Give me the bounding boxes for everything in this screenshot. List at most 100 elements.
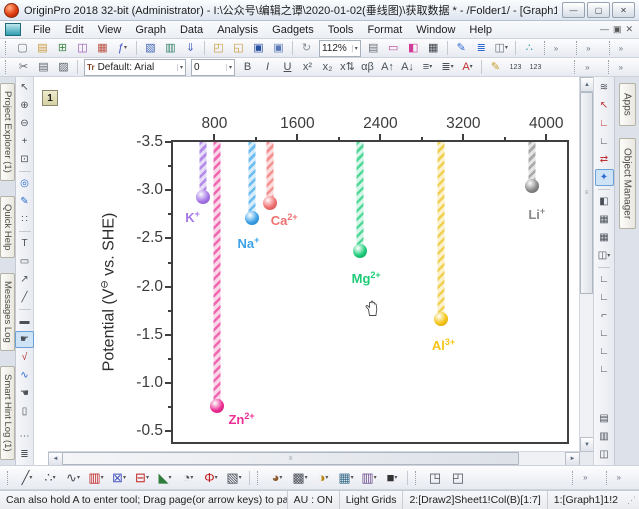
arrow-tool-button[interactable]: ↗ (15, 271, 34, 288)
polar-plot-button[interactable]: ◔▾ (177, 467, 199, 488)
3d-pie-plot-dropdown-icon[interactable]: ▾ (325, 475, 328, 481)
line-spacing-dropdown-icon[interactable]: ▾ (451, 64, 454, 70)
region-zoom-tool-button[interactable]: ⊡ (15, 151, 34, 168)
set-significant-digits-button[interactable]: 123 (526, 58, 545, 76)
plot-setup-button[interactable]: ▥ (595, 428, 614, 445)
open-excel-button[interactable]: ▥ (161, 39, 180, 57)
toolbar-grip[interactable] (5, 60, 10, 74)
polar-plot-dropdown-icon[interactable]: ▾ (190, 475, 193, 481)
menu-help[interactable]: Help (462, 23, 499, 37)
axis-style-5-button[interactable]: ∟ (595, 343, 614, 360)
3d-pie-plot-button[interactable]: ◑▾ (312, 467, 334, 488)
multi-panel-plot-button[interactable]: ⊠▾ (108, 467, 130, 488)
status-selection[interactable]: 2:[Draw2]Sheet1!Col(B)[1:7] (402, 491, 546, 509)
digitizer-button[interactable]: ✎ (452, 39, 471, 57)
toolbar-grip[interactable] (609, 41, 613, 55)
graph-canvas[interactable]: 1 Potential (V⊖ vs. SHE) 800160024003200… (34, 77, 593, 465)
screen-reader-tool-button[interactable]: ∷ (15, 211, 34, 228)
merge-layers-dropdown-icon[interactable]: ▾ (607, 253, 610, 259)
area-plot-button[interactable]: ◣▾ (154, 467, 176, 488)
paste-button[interactable]: ▨ (54, 58, 73, 76)
toolbar-overflow-icon[interactable]: » (554, 44, 558, 53)
data-point-Mg[interactable] (353, 244, 367, 258)
line-tool-button[interactable]: ╱ (15, 289, 34, 306)
rescale-tool-button[interactable]: ≋ (595, 79, 614, 96)
text-tool-button[interactable]: T (15, 235, 34, 252)
new-workbook-button[interactable]: ⊞ (53, 39, 72, 57)
import-wizard-button[interactable]: ⇓ (181, 39, 200, 57)
menu-data[interactable]: Data (173, 23, 210, 37)
zoom-out-tool-button[interactable]: ⊖ (15, 115, 34, 132)
data-reader-tool-button[interactable]: ◎ (15, 175, 34, 192)
scroll-down-icon[interactable]: ▼ (580, 437, 593, 452)
label-Ca[interactable]: Ca2+ (271, 212, 298, 228)
data-point-Al[interactable] (434, 312, 448, 326)
3d-frame-plot-button[interactable]: ▧▾ (223, 467, 245, 488)
column-plot-dropdown-icon[interactable]: ▾ (101, 475, 104, 481)
label-Al[interactable]: Al3+ (432, 337, 455, 353)
data-point-Ca[interactable] (263, 196, 277, 210)
drop-line-K[interactable] (199, 142, 206, 197)
scroll-right-icon[interactable]: ► (565, 452, 580, 465)
scatter-plot-dropdown-icon[interactable]: ▾ (53, 475, 56, 481)
axis-style-4-button[interactable]: ∟ (595, 325, 614, 342)
data-highlighter-tool-button[interactable]: ✎ (15, 193, 34, 210)
pointer-tool-button[interactable]: ↖ (15, 79, 34, 96)
add-layer-button[interactable]: ◧ (595, 193, 614, 210)
menu-gadgets[interactable]: Gadgets (265, 23, 321, 37)
status-autoupdate[interactable]: AU : ON (287, 491, 339, 509)
toolbar-overflow-icon[interactable]: » (619, 44, 623, 53)
mask-tool-button[interactable]: √ (15, 349, 34, 366)
data-point-Zn[interactable] (210, 399, 224, 413)
set-scale-button[interactable]: ∟ (595, 115, 614, 132)
label-Li[interactable]: Li+ (528, 206, 545, 222)
bar-plot-dropdown-icon[interactable]: ▾ (215, 475, 218, 481)
line-plot-dropdown-icon[interactable]: ▾ (29, 475, 32, 481)
alignment-dropdown-icon[interactable]: ▾ (429, 64, 432, 70)
hand-tool-button[interactable]: ☚ (15, 385, 34, 402)
layer-grid-alt-button[interactable]: ▦ (595, 229, 614, 246)
statistics-plot-dropdown-icon[interactable]: ▾ (374, 475, 377, 481)
label-K[interactable]: K+ (185, 209, 200, 225)
video-capture-button[interactable]: ▦ (424, 39, 443, 57)
italic-button[interactable]: I (258, 58, 277, 76)
label-Mg[interactable]: Mg2+ (352, 270, 381, 286)
drop-line-Na[interactable] (249, 142, 256, 218)
statistics-plot-button[interactable]: ▥▾ (358, 467, 380, 488)
horizontal-scroll-thumb[interactable]: ≡ (62, 452, 519, 465)
speed-mode-button[interactable]: ✦ (595, 169, 614, 186)
drop-line-Mg[interactable] (357, 142, 364, 251)
drop-line-Al[interactable] (437, 142, 444, 319)
line-spacing-button[interactable]: ≣▾ (438, 58, 457, 76)
line-symbol-plot-button[interactable]: ∿▾ (62, 467, 84, 488)
toolbar-grip[interactable] (572, 471, 577, 485)
project-explorer-toggle-button[interactable]: ∴ (520, 39, 539, 57)
open-button[interactable]: ◰ (209, 39, 228, 57)
vertical-scrollbar[interactable]: ▲ ≡ ▼ (579, 77, 593, 452)
toolbar-grip[interactable] (544, 41, 548, 55)
super-subscript-button[interactable]: x⇅ (338, 58, 357, 76)
new-folder-button[interactable]: ▤ (33, 39, 52, 57)
toolbar-overflow-icon[interactable]: » (617, 473, 621, 482)
new-layout-button[interactable]: ▧ (141, 39, 160, 57)
box-plot-button[interactable]: ⊟▾ (131, 467, 153, 488)
insert-graph-button[interactable]: ◳ (424, 467, 446, 488)
horizontal-scrollbar[interactable]: ◄ ≡ ► (48, 451, 580, 465)
menu-analysis[interactable]: Analysis (210, 23, 265, 37)
layer-management-button[interactable]: ◫ (595, 446, 614, 463)
new-matrix-button[interactable]: ▦ (93, 39, 112, 57)
image-plot-dropdown-icon[interactable]: ▾ (394, 475, 397, 481)
toolbar-grip[interactable] (608, 60, 613, 74)
toolbar-grip[interactable] (257, 471, 262, 485)
plot-area[interactable]: Potential (V⊖ vs. SHE) 80016002400320040… (171, 140, 569, 444)
multi-panel-plot-dropdown-icon[interactable]: ▾ (123, 475, 126, 481)
slide-show-button[interactable]: ▭ (384, 39, 403, 57)
status-grids[interactable]: Light Grids (339, 491, 403, 509)
new-project-button[interactable]: ▢ (13, 39, 32, 57)
vertical-scroll-thumb[interactable]: ≡ (580, 92, 593, 294)
new-function-graph-button[interactable]: ƒ▾ (113, 39, 132, 57)
toolbar-overflow-icon[interactable]: » (585, 63, 589, 72)
exchange-xy-button[interactable]: ⇄ (595, 151, 614, 168)
image-plot-button[interactable]: ■▾ (381, 467, 403, 488)
fit-wizard-button[interactable]: ≣ (472, 39, 491, 57)
